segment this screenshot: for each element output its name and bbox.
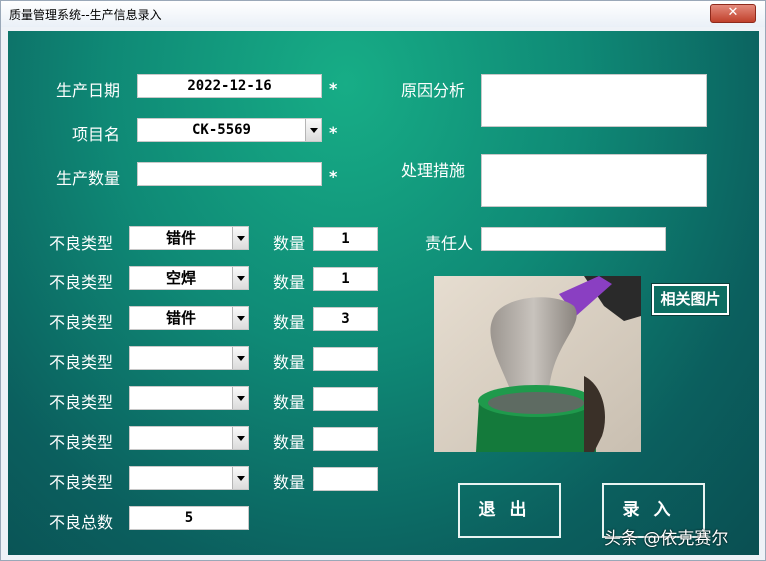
cause-textarea[interactable] [481, 74, 707, 127]
defect-type-value: 错件 [165, 309, 196, 327]
defect-type-value: 错件 [165, 229, 196, 247]
measure-label: 处理措施 [401, 161, 466, 180]
defect-type-value [130, 347, 232, 369]
defect-qty-label: 数量 [273, 353, 306, 372]
defect-qty-label: 数量 [273, 473, 306, 492]
defect-type-select-5[interactable] [129, 386, 249, 410]
defect-qty-field-3[interactable]: 3 [313, 307, 378, 331]
defect-qty-field-7[interactable] [313, 467, 378, 491]
related-photo [434, 276, 641, 452]
required-mark-date: * [329, 79, 338, 98]
defect-type-select-3[interactable]: 错件 [129, 306, 249, 330]
defect-qty-label: 数量 [273, 433, 306, 452]
required-mark-quantity: * [329, 167, 338, 186]
required-mark-project: * [329, 123, 338, 142]
measure-textarea[interactable] [481, 154, 707, 207]
chevron-down-icon[interactable] [232, 427, 248, 449]
defect-qty-field-1[interactable]: 1 [313, 227, 378, 251]
chevron-down-icon[interactable] [232, 227, 248, 249]
defect-type-label: 不良类型 [49, 273, 114, 292]
defect-qty-label: 数量 [273, 273, 306, 292]
defect-qty-label: 数量 [273, 234, 306, 253]
defect-type-select-7[interactable] [129, 466, 249, 490]
defect-qty-field-5[interactable] [313, 387, 378, 411]
quantity-field[interactable] [137, 162, 322, 186]
defect-qty-label: 数量 [273, 393, 306, 412]
cause-label: 原因分析 [401, 81, 466, 100]
putty-jar-photo [434, 276, 641, 452]
chevron-down-icon[interactable] [232, 347, 248, 369]
defect-type-select-2[interactable]: 空焊 [129, 266, 249, 290]
defect-type-select-4[interactable] [129, 346, 249, 370]
total-defects-field[interactable]: 5 [129, 506, 249, 530]
defect-type-label: 不良类型 [49, 353, 114, 372]
defect-qty-field-2[interactable]: 1 [313, 267, 378, 291]
title-bar[interactable]: 质量管理系统--生产信息录入 ✕ [1, 1, 765, 27]
total-defects-label: 不良总数 [49, 513, 114, 532]
chevron-down-icon[interactable] [232, 467, 248, 489]
responsible-label: 责任人 [425, 234, 474, 253]
form-panel: 生产日期 2022-12-16 * 项目名 CK-5569 * 生产数量 * 原… [8, 31, 759, 555]
exit-button[interactable]: 退出 [458, 483, 561, 538]
related-photo-button[interactable]: 相关图片 [651, 283, 730, 316]
chevron-down-icon[interactable] [232, 267, 248, 289]
defect-type-value [130, 467, 232, 489]
defect-type-value [130, 387, 232, 409]
defect-type-label: 不良类型 [49, 313, 114, 332]
defect-type-value [130, 427, 232, 449]
chevron-down-icon[interactable] [232, 307, 248, 329]
chevron-down-icon[interactable] [232, 387, 248, 409]
watermark: 头条 @依克赛尔 [604, 529, 729, 549]
defect-type-label: 不良类型 [49, 234, 114, 253]
close-button[interactable]: ✕ [710, 4, 756, 23]
quantity-label: 生产数量 [56, 169, 121, 188]
defect-type-label: 不良类型 [49, 473, 114, 492]
defect-qty-field-4[interactable] [313, 347, 378, 371]
project-value: CK-5569 [191, 122, 251, 138]
defect-type-label: 不良类型 [49, 393, 114, 412]
defect-qty-field-6[interactable] [313, 427, 378, 451]
responsible-field[interactable] [481, 227, 666, 251]
app-window: 质量管理系统--生产信息录入 ✕ 生产日期 2022-12-16 * 项目名 C… [0, 0, 766, 561]
defect-qty-label: 数量 [273, 313, 306, 332]
defect-type-select-1[interactable]: 错件 [129, 226, 249, 250]
production-date-label: 生产日期 [56, 81, 121, 100]
defect-type-value: 空焊 [165, 269, 196, 287]
window-title: 质量管理系统--生产信息录入 [9, 8, 162, 22]
chevron-down-icon[interactable] [305, 119, 321, 141]
defect-type-select-6[interactable] [129, 426, 249, 450]
project-label: 项目名 [72, 125, 121, 144]
defect-type-label: 不良类型 [49, 433, 114, 452]
project-select[interactable]: CK-5569 [137, 118, 322, 142]
production-date-field[interactable]: 2022-12-16 [137, 74, 322, 98]
